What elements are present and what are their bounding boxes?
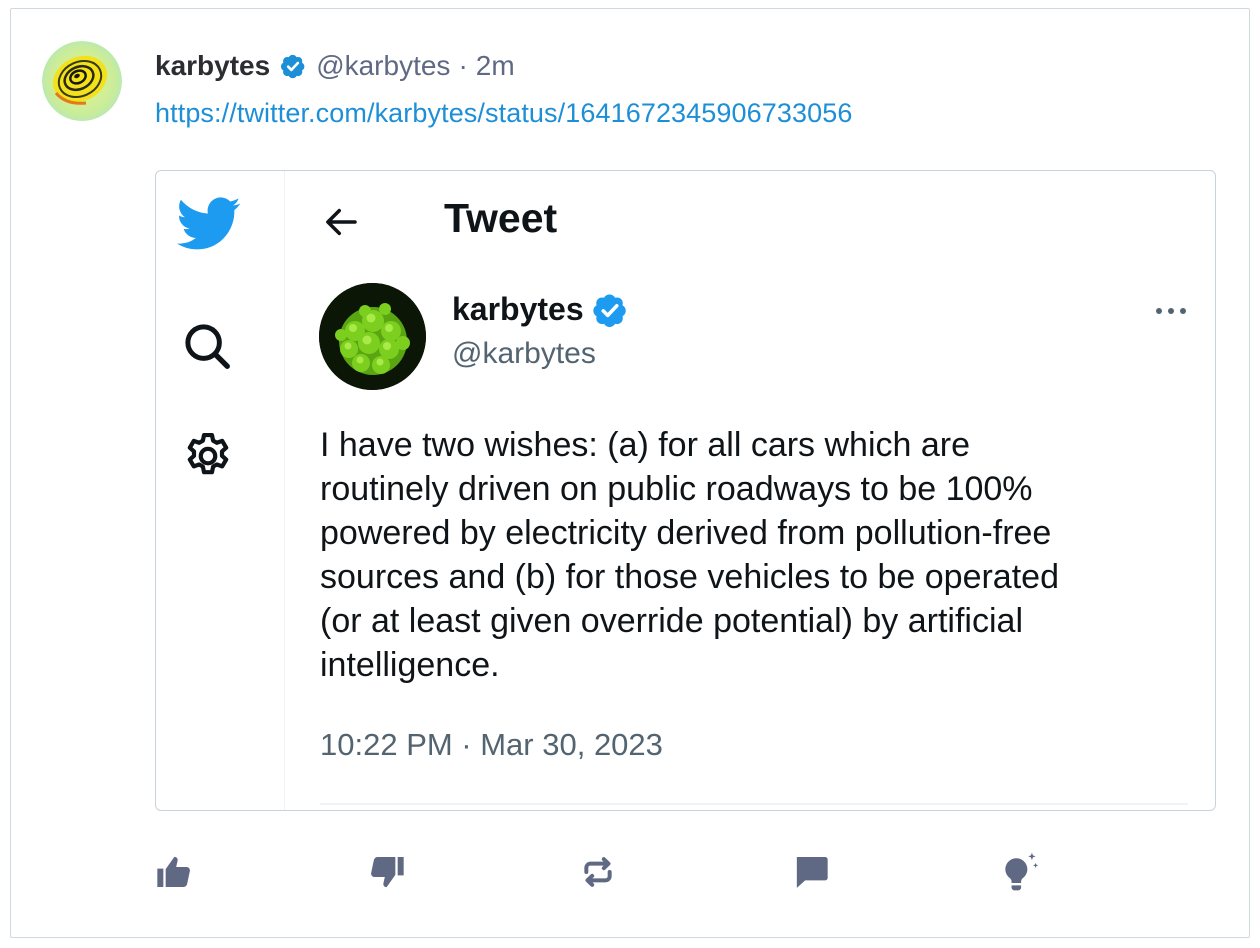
twitter-bird-icon — [176, 197, 242, 251]
tweet-author-name: karbytes — [452, 291, 628, 328]
tweet-page-title: Tweet — [444, 195, 558, 241]
tweet-text: I have two wishes: (a) for all cars whic… — [320, 426, 1059, 684]
thumbs-down-icon — [367, 852, 407, 892]
suggest-button[interactable] — [998, 850, 1042, 894]
thumbs-up-icon — [154, 852, 194, 892]
lightbulb-sparkle-icon — [998, 850, 1042, 894]
verified-badge-icon — [280, 53, 306, 79]
twitter-sidebar — [156, 171, 285, 810]
settings-gear-icon — [180, 429, 236, 485]
reply-icon — [791, 852, 831, 892]
search-icon — [180, 319, 234, 373]
tweet-verified-badge-icon — [592, 292, 628, 328]
back-arrow-icon — [320, 201, 362, 243]
repost-button[interactable] — [576, 850, 620, 894]
reply-button[interactable] — [789, 850, 833, 894]
author-avatar[interactable] — [42, 41, 122, 121]
author-handle[interactable]: @karbytes — [316, 50, 450, 82]
tweet-author-handle: @karbytes — [452, 337, 596, 370]
repost-icon — [578, 852, 618, 892]
romanesco-broccoli-avatar — [319, 283, 426, 390]
divider — [320, 803, 1188, 805]
embedded-tweet-screenshot[interactable]: Tweet karbytes @karbytes I have two wish… — [155, 170, 1216, 811]
tweet-author-name-text: karbytes — [452, 291, 584, 327]
more-options-icon — [1152, 299, 1190, 323]
post-link[interactable]: https://twitter.com/karbytes/status/1641… — [155, 98, 852, 129]
separator-dot: · — [458, 50, 468, 81]
post-header: karbytes @karbytes · 2m — [155, 46, 515, 86]
tweet-timestamp: 10:22 PM · Mar 30, 2023 — [320, 727, 663, 762]
spiral-avatar-icon — [42, 41, 122, 121]
dislike-button[interactable] — [365, 850, 409, 894]
author-name[interactable]: karbytes — [155, 50, 270, 82]
post-time[interactable]: 2m — [476, 50, 515, 82]
like-button[interactable] — [152, 850, 196, 894]
